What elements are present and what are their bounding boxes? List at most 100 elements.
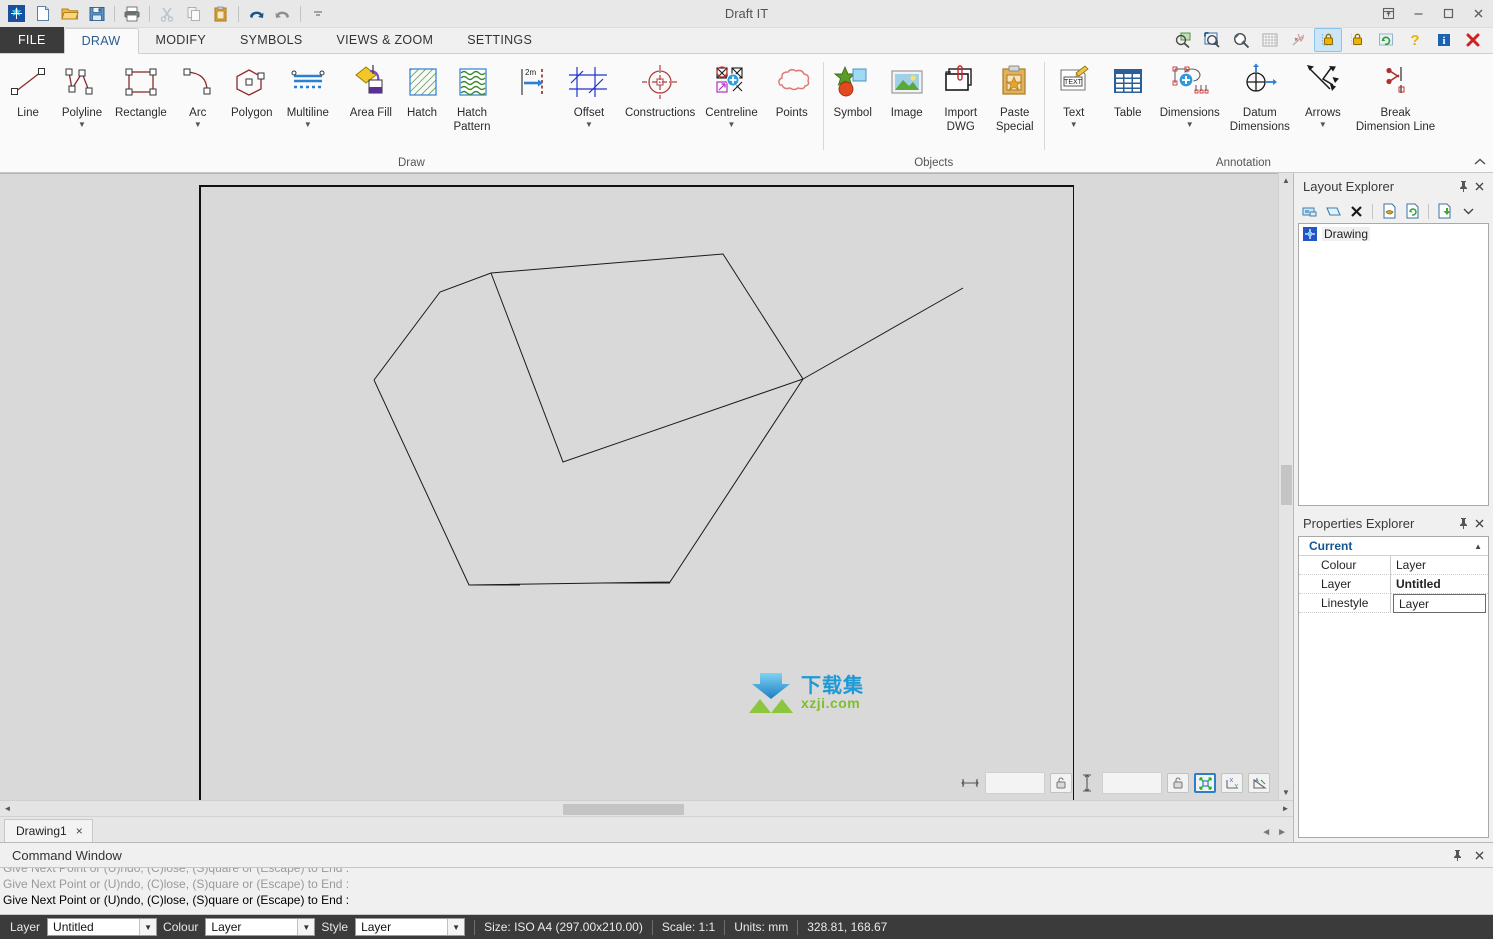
ribbon-button-arc[interactable]: Arc ▼	[172, 58, 224, 129]
chevron-down-icon[interactable]: ▼	[297, 919, 315, 935]
refresh-icon[interactable]	[1372, 28, 1400, 52]
ribbon-button-dimensions[interactable]: Dimensions ▼	[1155, 58, 1225, 129]
height-input[interactable]	[1102, 772, 1162, 794]
zoom-previous-icon[interactable]	[1227, 28, 1255, 52]
lock-icon[interactable]	[1343, 28, 1371, 52]
chevron-up-icon[interactable]: ▲	[1474, 542, 1482, 551]
ribbon-button-paste-special[interactable]: Paste Special	[988, 58, 1042, 134]
close-icon[interactable]	[1471, 178, 1487, 194]
height-lock-button[interactable]	[1167, 773, 1189, 793]
ribbon-button-centreline[interactable]: Constructions	[620, 58, 700, 120]
ribbon-button-break-dimension-line[interactable]: Break Dimension Line	[1351, 58, 1440, 134]
customize-qat-icon[interactable]	[305, 2, 331, 26]
save-icon[interactable]	[84, 2, 110, 26]
property-row-linestyle[interactable]: Linestyle Layer	[1299, 594, 1488, 613]
ribbon-button-datum-dimensions[interactable]: Datum Dimensions	[1225, 58, 1295, 134]
pin-icon[interactable]	[1455, 515, 1471, 531]
properties-group-current[interactable]: Current ▲	[1299, 537, 1488, 556]
lock-ortho-icon[interactable]	[1314, 28, 1342, 52]
layout-tree-item-drawing[interactable]: Drawing	[1299, 224, 1488, 244]
tab-draw[interactable]: DRAW	[63, 28, 139, 54]
tab-symbols[interactable]: SYMBOLS	[223, 27, 320, 53]
tabs-prev-icon[interactable]: ◄	[1261, 827, 1271, 838]
relative-angle-button[interactable]: A	[1248, 773, 1270, 793]
ribbon-button-polyline[interactable]: Polyline ▼	[54, 58, 110, 129]
properties-grid[interactable]: Current ▲ Colour Layer Layer Untitled Li…	[1298, 536, 1489, 838]
ribbon-button-polygon[interactable]: Polygon	[224, 58, 280, 120]
ribbon-button-offset[interactable]: 2m	[506, 58, 558, 106]
new-file-icon[interactable]	[30, 2, 56, 26]
maximize-icon[interactable]	[1433, 0, 1463, 28]
chevron-down-icon[interactable]: ▼	[447, 919, 465, 935]
print-icon[interactable]	[119, 2, 145, 26]
zoom-extents-icon[interactable]	[1198, 28, 1226, 52]
scroll-left-arrow[interactable]: ◄	[0, 801, 15, 816]
chevron-down-icon[interactable]: ▼	[304, 121, 312, 129]
ribbon-button-table[interactable]: Table	[1101, 58, 1155, 120]
copy-icon[interactable]	[181, 2, 207, 26]
tab-file[interactable]: FILE	[0, 27, 64, 53]
app-logo-icon[interactable]	[3, 2, 29, 26]
minimize-icon[interactable]	[1403, 0, 1433, 28]
paste-icon[interactable]	[208, 2, 234, 26]
ribbon-button-area-fill[interactable]: Area Fill	[345, 58, 397, 120]
help-icon[interactable]: ?	[1401, 28, 1429, 52]
command-window-output[interactable]: Give Next Point or (U)ndo, (C)lose, (S)q…	[0, 867, 1493, 915]
ribbon-button-import-dwg[interactable]: Import DWG	[934, 58, 988, 134]
print-layout-icon[interactable]	[1379, 201, 1399, 221]
style-combobox[interactable]: Layer ▼	[355, 918, 466, 936]
layout-properties-icon[interactable]	[1323, 201, 1343, 221]
open-folder-icon[interactable]	[57, 2, 83, 26]
tab-settings[interactable]: SETTINGS	[450, 27, 549, 53]
property-value-linestyle[interactable]: Layer	[1393, 594, 1486, 613]
zoom-window-icon[interactable]	[1169, 28, 1197, 52]
colour-combobox[interactable]: Layer ▼	[205, 918, 316, 936]
redo-icon[interactable]	[270, 2, 296, 26]
ribbon-button-image[interactable]: Image	[880, 58, 934, 120]
ribbon-button-hatch-pattern[interactable]: Hatch Pattern	[447, 58, 497, 134]
chevron-down-icon[interactable]: ▼	[1070, 121, 1078, 129]
chevron-down-icon[interactable]: ▼	[1319, 121, 1327, 129]
more-options-icon[interactable]	[1458, 201, 1478, 221]
length-input[interactable]	[985, 772, 1045, 794]
canvas-horizontal-scrollbar[interactable]: ◄ ►	[0, 800, 1293, 816]
tab-modify[interactable]: MODIFY	[139, 27, 223, 53]
info-icon[interactable]: i	[1430, 28, 1458, 52]
canvas-vertical-scrollbar[interactable]: ▲ ▼	[1278, 173, 1293, 800]
ribbon-button-symbol[interactable]: Symbol	[826, 58, 880, 120]
property-value-colour[interactable]: Layer	[1391, 556, 1488, 575]
length-lock-button[interactable]	[1050, 773, 1072, 793]
close-icon[interactable]	[1463, 0, 1493, 28]
delete-layout-icon[interactable]	[1346, 201, 1366, 221]
pin-icon[interactable]	[1455, 178, 1471, 194]
layer-combobox[interactable]: Untitled ▼	[47, 918, 158, 936]
close-icon[interactable]	[1471, 515, 1487, 531]
undo-icon[interactable]	[243, 2, 269, 26]
absolute-coords-button[interactable]: XY	[1221, 773, 1243, 793]
tab-views-zoom[interactable]: VIEWS & ZOOM	[320, 27, 451, 53]
scroll-up-arrow[interactable]: ▲	[1279, 173, 1294, 188]
refresh-layout-icon[interactable]	[1402, 201, 1422, 221]
vertical-scroll-thumb[interactable]	[1281, 465, 1292, 505]
chevron-down-icon[interactable]: ▼	[194, 121, 202, 129]
ribbon-collapse-icon[interactable]	[1473, 157, 1487, 170]
dynamic-input-button[interactable]	[1194, 773, 1216, 793]
chevron-down-icon[interactable]: ▼	[139, 919, 157, 935]
scroll-down-arrow[interactable]: ▼	[1279, 785, 1294, 800]
property-row-layer[interactable]: Layer Untitled	[1299, 575, 1488, 594]
close-icon[interactable]: ×	[76, 824, 83, 838]
chevron-down-icon[interactable]: ▼	[1186, 121, 1194, 129]
restore-down-icon[interactable]	[1373, 0, 1403, 28]
grid-icon[interactable]	[1256, 28, 1284, 52]
document-tab-drawing1[interactable]: Drawing1 ×	[4, 819, 93, 842]
ribbon-button-text[interactable]: TEXT Text ▼	[1047, 58, 1101, 129]
chevron-down-icon[interactable]: ▼	[728, 121, 736, 129]
ribbon-button-line[interactable]: Line	[2, 58, 54, 120]
property-value-layer[interactable]: Untitled	[1391, 575, 1488, 594]
close-drawing-icon[interactable]	[1459, 28, 1487, 52]
scroll-right-arrow[interactable]: ►	[1278, 801, 1293, 816]
drawing-canvas[interactable]: 下载集 xzji.com X Y A	[0, 173, 1278, 800]
horizontal-scroll-thumb[interactable]	[563, 804, 684, 815]
close-icon[interactable]	[1471, 847, 1487, 863]
cut-icon[interactable]	[154, 2, 180, 26]
